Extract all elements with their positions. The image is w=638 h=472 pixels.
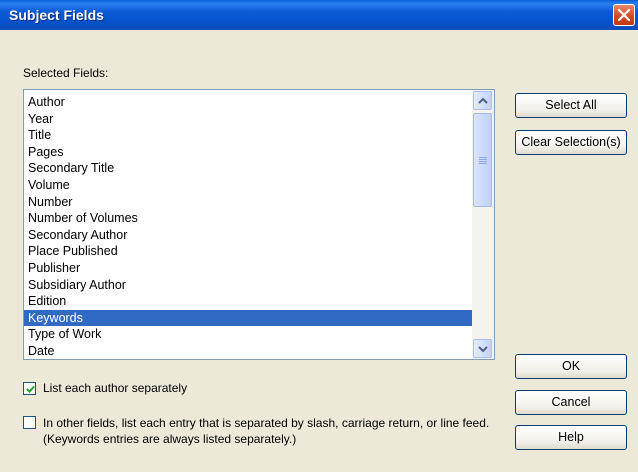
scroll-up-button[interactable] — [473, 91, 492, 110]
list-item-number-of-volumes[interactable]: Number of Volumes — [24, 210, 472, 227]
close-button[interactable] — [613, 4, 635, 26]
list-item-secondary-title[interactable]: Secondary Title — [24, 160, 472, 177]
scroll-thumb[interactable] — [473, 113, 492, 207]
selected-fields-label: Selected Fields: — [23, 66, 109, 80]
list-item-pages[interactable]: Pages — [24, 144, 472, 161]
fields-listbox[interactable]: Author Year Title Pages Secondary Title Volum… — [23, 89, 495, 360]
scroll-down-button[interactable] — [473, 339, 492, 358]
clear-selection-button[interactable]: Clear Selection(s) — [515, 130, 627, 155]
list-item-volume[interactable]: Volume — [24, 177, 472, 194]
title-bar[interactable]: Subject Fields — [0, 0, 638, 30]
list-item-secondary-author[interactable]: Secondary Author — [24, 227, 472, 244]
list-item-author[interactable]: Author — [24, 94, 472, 111]
list-item-type-of-work[interactable]: Type of Work — [24, 326, 472, 343]
list-item-subsidiary-author[interactable]: Subsidiary Author — [24, 277, 472, 294]
list-item-publisher[interactable]: Publisher — [24, 260, 472, 277]
fields-list: Author Year Title Pages Secondary Title Volum… — [24, 94, 472, 359]
ok-button[interactable]: OK — [515, 354, 627, 379]
help-button[interactable]: Help — [515, 425, 627, 450]
list-item-date[interactable]: Date — [24, 343, 472, 359]
vertical-scrollbar[interactable] — [472, 90, 494, 359]
list-item-keywords[interactable]: Keywords — [24, 309, 472, 327]
select-all-button[interactable]: Select All — [515, 93, 627, 118]
cancel-button[interactable]: Cancel — [515, 390, 627, 415]
list-item-edition[interactable]: Edition — [24, 293, 472, 310]
checkmark-icon — [26, 385, 35, 393]
list-each-author-checkbox[interactable] — [23, 382, 36, 395]
list-each-author-label: List each author separately — [43, 381, 188, 395]
list-each-entry-checkbox[interactable] — [23, 416, 36, 429]
list-each-entry-label: In other fields, list each entry that is… — [43, 416, 490, 446]
list-item-year[interactable]: Year — [24, 111, 472, 128]
chevron-up-icon — [478, 97, 488, 104]
close-icon — [618, 9, 630, 21]
window-title: Subject Fields — [9, 7, 104, 23]
list-item-number[interactable]: Number — [24, 194, 472, 211]
list-item-title[interactable]: Title — [24, 127, 472, 144]
chevron-down-icon — [478, 346, 488, 353]
list-item-place-published[interactable]: Place Published — [24, 243, 472, 260]
